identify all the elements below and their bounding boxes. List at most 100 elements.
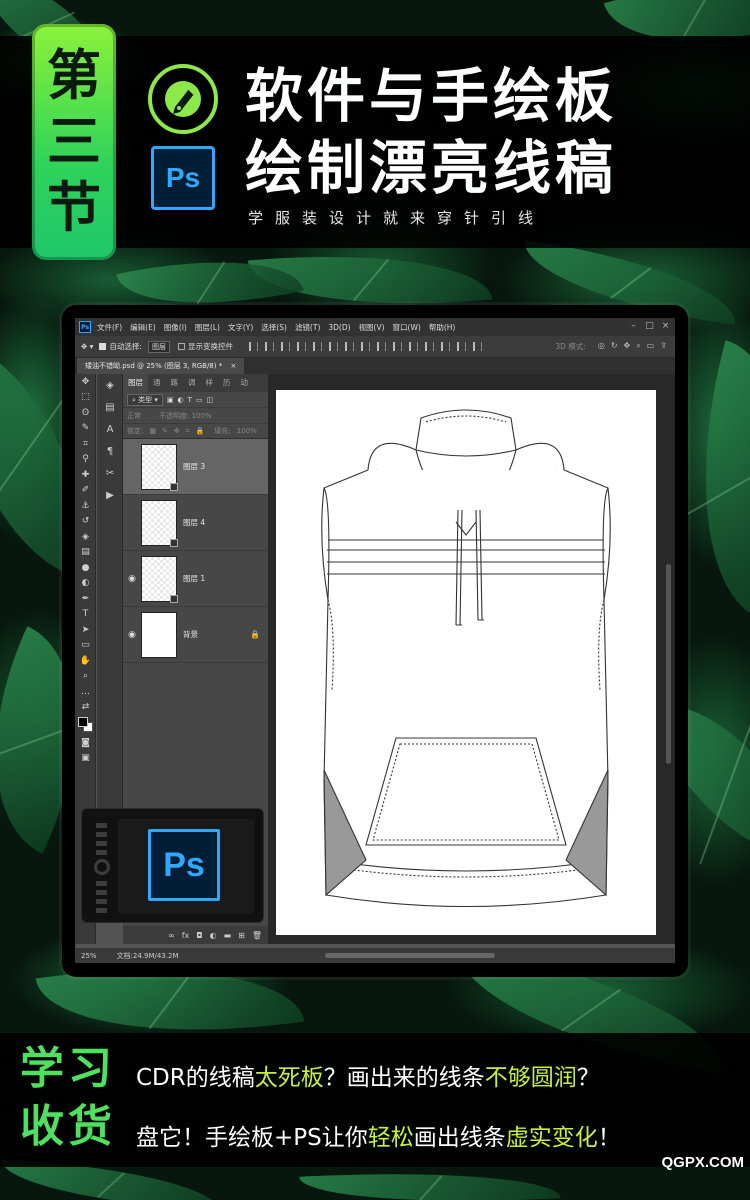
align-icon[interactable] — [328, 342, 338, 351]
tab-adjustments[interactable]: 调 — [183, 374, 201, 392]
align-icon[interactable] — [264, 342, 274, 351]
layer-filter-dropdown[interactable]: ⌕ 类型 ▾ — [127, 393, 163, 406]
filter-shape-icon[interactable]: ▭ — [196, 396, 203, 404]
horizontal-scrollbar[interactable] — [325, 953, 495, 958]
align-icon[interactable] — [312, 342, 322, 351]
filter-type-icon[interactable]: T — [188, 396, 192, 404]
tab-actions[interactable]: 动 — [236, 374, 254, 392]
document-size[interactable]: 文档:24.9M/43.2M — [117, 951, 179, 961]
character-icon[interactable]: A — [97, 418, 123, 440]
eye-icon[interactable]: ◉ — [123, 630, 141, 640]
healing-tool-icon[interactable]: ✚ — [75, 467, 96, 483]
align-icon[interactable] — [296, 342, 306, 351]
blend-mode-dropdown[interactable]: 正常 — [127, 411, 141, 421]
menu-filter[interactable]: 滤镜(T) — [295, 322, 320, 333]
dodge-tool-icon[interactable]: ◐ — [75, 576, 96, 592]
history-brush-icon[interactable]: ↺ — [75, 514, 96, 530]
align-icon[interactable] — [280, 342, 290, 351]
quick-mask-icon[interactable]: ◙ — [75, 735, 96, 751]
filter-smart-icon[interactable]: ◫ — [207, 396, 214, 404]
align-icon[interactable] — [376, 342, 386, 351]
tab-layers[interactable]: 图层 — [123, 374, 148, 392]
eye-icon[interactable]: ◉ — [123, 574, 141, 584]
align-icon[interactable] — [440, 342, 450, 351]
foreground-color[interactable] — [78, 717, 88, 727]
filter-adjust-icon[interactable]: ◐ — [178, 396, 184, 404]
align-icon[interactable] — [456, 342, 466, 351]
lock-artboard-icon[interactable]: ⌗ — [186, 427, 190, 436]
marquee-tool-icon[interactable]: ⬚ — [75, 390, 96, 406]
menu-file[interactable]: 文件(F) — [97, 322, 122, 333]
history-icon[interactable]: ▤ — [97, 396, 123, 418]
lock-paint-icon[interactable]: ✎ — [162, 427, 168, 435]
hand-tool-icon[interactable]: ✋ — [75, 653, 96, 669]
align-icon[interactable] — [344, 342, 354, 351]
zoom-tool-icon[interactable]: ⌕ — [75, 669, 96, 685]
brush-settings-icon[interactable]: ✂ — [97, 462, 123, 484]
lock-all-icon[interactable]: 🔒 — [196, 427, 205, 435]
auto-select-checkbox[interactable] — [99, 343, 107, 350]
swap-colors-icon[interactable]: ⇄ — [75, 700, 96, 716]
more-tools-icon[interactable]: … — [75, 684, 96, 700]
blur-tool-icon[interactable]: ● — [75, 560, 96, 576]
align-icon[interactable] — [424, 342, 434, 351]
menu-window[interactable]: 窗口(W) — [393, 322, 421, 333]
lock-move-icon[interactable]: ✥ — [174, 427, 180, 435]
3d-roll-icon[interactable]: ↻ — [611, 341, 618, 352]
align-icon[interactable] — [472, 342, 482, 351]
gradient-tool-icon[interactable]: ▤ — [75, 545, 96, 561]
menu-type[interactable]: 文字(Y) — [228, 322, 253, 333]
actions-icon[interactable]: ▶ — [97, 484, 123, 506]
fx-icon[interactable]: fx — [182, 931, 190, 940]
adjustment-layer-icon[interactable]: ◐ — [210, 931, 217, 940]
add-mask-icon[interactable]: ◘ — [196, 931, 202, 940]
filter-pixel-icon[interactable]: ▣ — [167, 396, 174, 404]
close-icon[interactable]: × — [660, 321, 671, 332]
path-select-tool-icon[interactable]: ➤ — [75, 622, 96, 638]
3d-pan-icon[interactable]: ✥ — [624, 341, 631, 352]
move-tool-icon[interactable]: ✥ ▾ — [81, 342, 93, 351]
menu-edit[interactable]: 编辑(E) — [130, 322, 156, 333]
align-icon[interactable] — [360, 342, 370, 351]
3d-orbit-icon[interactable]: ◎ — [598, 341, 605, 352]
eraser-tool-icon[interactable]: ◈ — [75, 529, 96, 545]
close-tab-icon[interactable]: × — [230, 362, 236, 370]
workspace-icon[interactable]: ▭ — [647, 341, 655, 352]
screen-mode-icon[interactable]: ▣ — [75, 751, 96, 767]
shape-tool-icon[interactable]: ▭ — [75, 638, 96, 654]
document-canvas[interactable] — [276, 390, 656, 935]
eyedropper-tool-icon[interactable]: ⚲ — [75, 452, 96, 468]
tab-channels[interactable]: 通 — [148, 374, 166, 392]
paragraph-icon[interactable]: ¶ — [97, 440, 123, 462]
pen-tool-icon[interactable]: ✒ — [75, 591, 96, 607]
menu-select[interactable]: 选择(S) — [261, 322, 287, 333]
document-tab[interactable]: 矮油不错呦.psd @ 25% (图层 3, RGB/8) * × — [77, 358, 245, 374]
tab-history[interactable]: 历 — [218, 374, 236, 392]
color-swatches[interactable] — [75, 715, 96, 735]
opacity-value[interactable]: 100% — [192, 412, 212, 420]
show-transform-checkbox[interactable] — [177, 343, 185, 350]
menu-view[interactable]: 视图(V) — [359, 322, 385, 333]
fill-value[interactable]: 100% — [237, 427, 257, 435]
new-group-icon[interactable]: ▬ — [224, 931, 232, 940]
new-layer-icon[interactable]: ⊞ — [238, 931, 245, 940]
zoom-level[interactable]: 25% — [81, 952, 97, 960]
move-tool-icon[interactable]: ✥ — [75, 374, 96, 390]
type-tool-icon[interactable]: T — [75, 607, 96, 623]
tab-paths[interactable]: 路 — [166, 374, 184, 392]
brush-tool-icon[interactable]: ✐ — [75, 483, 96, 499]
minimize-icon[interactable]: – — [628, 321, 639, 332]
layer-row[interactable]: ◉ 图层 1 — [123, 551, 268, 607]
align-icon[interactable] — [392, 342, 402, 351]
menu-image[interactable]: 图像(I) — [164, 322, 187, 333]
tab-styles[interactable]: 样 — [201, 374, 219, 392]
maximize-icon[interactable]: □ — [644, 321, 655, 332]
share-icon[interactable]: ⇪ — [660, 341, 667, 352]
align-icon[interactable] — [408, 342, 418, 351]
trash-icon[interactable]: 🗑 — [252, 931, 262, 940]
layer-row[interactable]: 图层 3 — [123, 439, 268, 495]
layer-row[interactable]: ◉ 背景 🔒 — [123, 607, 268, 663]
auto-select-dropdown[interactable]: 图层 — [147, 340, 170, 353]
lasso-tool-icon[interactable]: ʘ — [75, 405, 96, 421]
layers-3d-icon[interactable]: ◈ — [97, 374, 123, 396]
